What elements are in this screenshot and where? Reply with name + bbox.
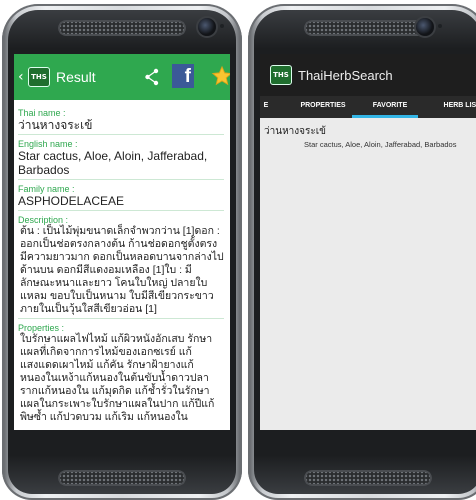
divider xyxy=(18,318,224,319)
divider xyxy=(18,210,224,211)
divider xyxy=(18,179,224,180)
family-name-value: ASPHODELACEAE xyxy=(18,194,125,208)
app-logo[interactable]: THS xyxy=(28,67,50,87)
tab-bar: E PROPERTIES FAVORITE HERB LIST xyxy=(260,96,476,118)
bottom-speaker-grille xyxy=(304,470,432,486)
divider xyxy=(18,134,224,135)
sensor xyxy=(438,24,442,28)
app-logo[interactable]: THS xyxy=(270,65,292,85)
sensor xyxy=(220,24,224,28)
result-screen: ‹ THS Result f Thai name : ว่านหางจระเข้… xyxy=(14,54,230,430)
properties-label: Properties : xyxy=(18,323,65,333)
top-speaker-grille xyxy=(58,20,186,36)
facebook-icon[interactable]: f xyxy=(172,64,194,88)
properties-value: ใบรักษาแผลไฟไหม้ แก้ผิวหนังอักเสบ รักษาแ… xyxy=(20,333,215,423)
phone-right: THS ThaiHerbSearch E PROPERTIES FAVORITE… xyxy=(248,4,476,500)
favorite-list-item[interactable]: ว่านหางจระเข้ Star cactus, Aloe, Aloin, … xyxy=(260,118,476,155)
family-name-label: Family name : xyxy=(18,184,75,194)
page-title: Result xyxy=(56,69,96,85)
top-speaker-grille xyxy=(304,20,432,36)
herb-detail: Thai name : ว่านหางจระเข้ English name :… xyxy=(14,100,230,424)
bottom-speaker-grille xyxy=(58,470,186,486)
front-camera xyxy=(198,18,216,36)
description-label: Description : xyxy=(18,215,69,225)
result-action-bar: ‹ THS Result f xyxy=(14,54,230,100)
favorite-screen: THS ThaiHerbSearch E PROPERTIES FAVORITE… xyxy=(260,54,476,430)
thai-name-label: Thai name : xyxy=(18,108,66,118)
favorite-star-icon[interactable] xyxy=(211,65,230,87)
share-icon[interactable] xyxy=(144,68,160,86)
main-action-bar: THS ThaiHerbSearch xyxy=(260,54,476,96)
description-value: ต้น : เป็นไม้พุ่มขนาดเล็กจำพวกว่าน [1]ดอ… xyxy=(20,225,224,315)
favorite-english-name: Star cactus, Aloe, Aloin, Jafferabad, Ba… xyxy=(304,140,457,149)
english-name-value: Star cactus, Aloe, Aloin, Jafferabad, Ba… xyxy=(18,149,208,177)
front-camera xyxy=(416,18,434,36)
tab-herb-list[interactable]: HERB LIST xyxy=(432,96,476,118)
favorite-thai-name: ว่านหางจระเข้ xyxy=(264,126,327,137)
phone-left: ‹ THS Result f Thai name : ว่านหางจระเข้… xyxy=(2,4,242,500)
tab-properties[interactable]: PROPERTIES xyxy=(290,96,356,118)
app-title: ThaiHerbSearch xyxy=(298,67,393,83)
tab-partial[interactable]: E xyxy=(260,96,272,118)
english-name-label: English name : xyxy=(18,139,78,149)
active-tab-indicator xyxy=(352,115,418,118)
thai-name-value: ว่านหางจระเข้ xyxy=(18,118,93,132)
back-chevron-icon[interactable]: ‹ xyxy=(18,69,28,85)
